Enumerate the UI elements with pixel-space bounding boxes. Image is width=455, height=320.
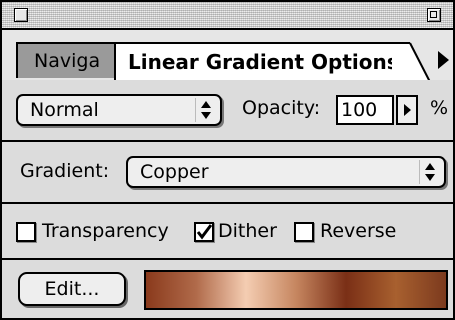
edit-row: Edit... — [2, 260, 453, 318]
reverse-checkbox[interactable] — [294, 222, 314, 242]
transparency-label: Transparency — [42, 220, 169, 242]
tab-navigator[interactable]: Naviga — [16, 42, 116, 78]
blend-mode-popup[interactable]: Normal — [16, 94, 222, 126]
opacity-label: Opacity: — [242, 97, 321, 119]
close-box[interactable] — [14, 8, 28, 22]
opacity-unit: % — [430, 97, 449, 119]
opacity-slider-button[interactable] — [396, 95, 418, 125]
edit-button[interactable]: Edit... — [18, 272, 126, 306]
tab-linear-gradient-options[interactable]: Linear Gradient Options — [114, 42, 410, 82]
blend-mode-value: Normal — [30, 99, 99, 121]
blend-opacity-row: Normal Opacity: 100 % — [2, 80, 453, 142]
tab-edge — [392, 42, 431, 82]
gradient-label: Gradient: — [20, 160, 110, 182]
edit-button-label: Edit... — [44, 278, 100, 300]
palette-title-bar[interactable] — [2, 2, 453, 30]
gradient-value: Copper — [140, 161, 209, 183]
checkmark-icon — [196, 224, 212, 240]
gradient-popup[interactable]: Copper — [126, 156, 446, 188]
options-row: Transparency Dither Reverse — [2, 204, 453, 260]
opacity-field[interactable]: 100 — [336, 95, 394, 125]
tab-linear-gradient-options-label: Linear Gradient Options — [128, 50, 399, 74]
right-arrow-icon — [404, 104, 411, 116]
opacity-value: 100 — [341, 99, 378, 121]
up-down-arrows-icon — [419, 160, 435, 184]
zoom-box[interactable] — [427, 8, 441, 22]
tab-row: Naviga Linear Gradient Options — [2, 30, 453, 82]
gradient-preview[interactable] — [144, 270, 448, 310]
linear-gradient-options-palette: Naviga Linear Gradient Options Normal Op… — [0, 0, 455, 320]
gradient-row: Gradient: Copper — [2, 142, 453, 204]
palette-menu-arrow-icon[interactable] — [433, 42, 453, 78]
dither-checkbox[interactable] — [194, 222, 214, 242]
up-down-arrows-icon — [195, 98, 211, 122]
transparency-checkbox[interactable] — [16, 222, 36, 242]
dither-label: Dither — [218, 220, 277, 242]
tab-navigator-label: Naviga — [34, 50, 101, 72]
reverse-label: Reverse — [320, 220, 397, 242]
